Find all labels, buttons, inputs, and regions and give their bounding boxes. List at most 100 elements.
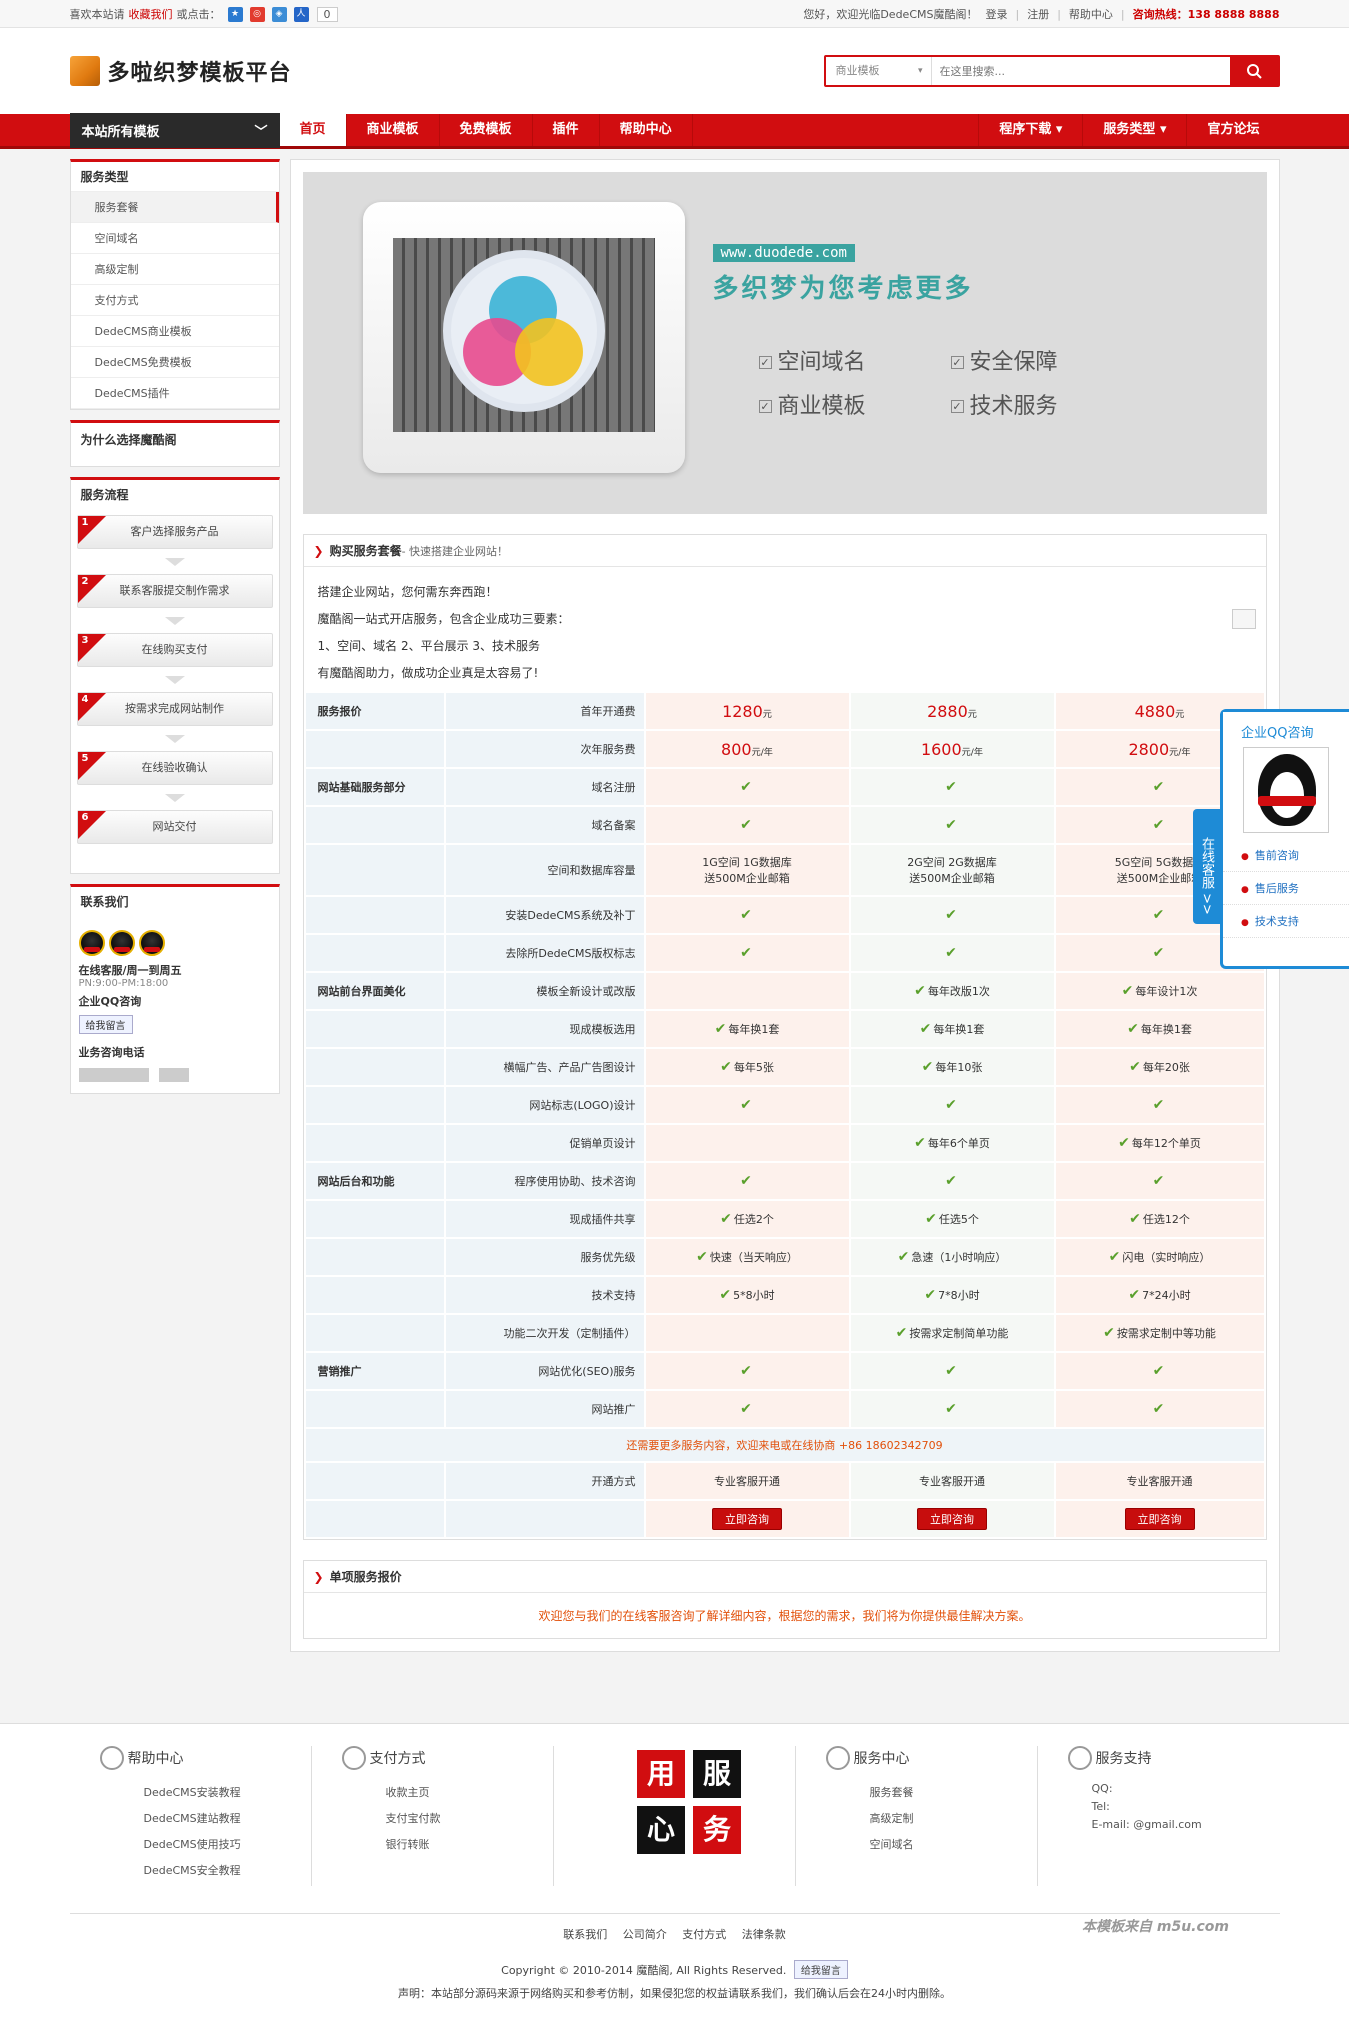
nav-help[interactable]: 帮助中心 <box>600 114 693 146</box>
footer-link-about[interactable]: 公司简介 <box>623 1928 667 1941</box>
service-type-box: 服务类型 服务套餐 空间域名 高级定制 支付方式 DedeCMS商业模板 Ded… <box>69 159 280 410</box>
nav-home[interactable]: 首页 <box>279 114 347 146</box>
footer-link[interactable]: 服务套餐 <box>826 1780 1037 1806</box>
plan-cell: ✔ <box>848 933 1056 973</box>
check-icon: ✔ <box>925 1211 937 1227</box>
service-icon <box>825 1746 850 1770</box>
check-icon: ✔ <box>740 907 752 923</box>
open-value: 专业客服开通 <box>1053 1461 1266 1501</box>
plan-cell: ✔ 每年改版1次 <box>848 971 1056 1011</box>
check-icon: ✔ <box>1108 1249 1121 1265</box>
open-label: 开通方式 <box>443 1461 646 1501</box>
table-row: 安装DedeCMS系统及补丁 ✔ ✔ ✔ <box>303 895 1266 935</box>
sidebar-item-free[interactable]: DedeCMS免费模板 <box>70 347 279 378</box>
renren-share-icon[interactable]: 人 <box>293 6 309 22</box>
hotline: 咨询热线：138 8888 8888 <box>1132 8 1280 21</box>
plan-cell: ✔ <box>643 1351 851 1391</box>
nav-download[interactable]: 程序下载 ▾ <box>978 114 1082 146</box>
favorite-link[interactable]: 收藏我们 <box>129 6 173 22</box>
footer-link[interactable]: 支付宝付款 <box>342 1806 553 1832</box>
buy-subtitle: - 快速搭建企业网站！ <box>401 545 509 558</box>
help-link[interactable]: 帮助中心 <box>1069 6 1113 22</box>
step-number: 4 <box>81 694 89 705</box>
nav-commercial[interactable]: 商业模板 <box>347 114 440 146</box>
nav-service-label: 服务类型 <box>1103 122 1156 137</box>
nav-forum[interactable]: 官方论坛 <box>1186 114 1279 146</box>
check-icon: ✔ <box>740 945 752 961</box>
table-row: 还需要更多服务内容，欢迎来电或在线协商 +86 18602342709 <box>303 1427 1266 1463</box>
consult-button[interactable]: 立即咨询 <box>712 1508 782 1530</box>
sidebar-item-payment[interactable]: 支付方式 <box>70 285 279 316</box>
support-icon <box>1067 1746 1092 1770</box>
footer-link[interactable]: DedeCMS安全教程 <box>100 1858 311 1884</box>
all-templates-menu[interactable]: 本站所有模板 ﹀ <box>69 112 280 148</box>
why-title[interactable]: 为什么选择魔酷阁 <box>71 423 279 466</box>
content: www.duodede.com 多织梦为您考虑更多 ✓ 空间域名 ✓ 安全保障 ✓ 商… <box>289 159 1280 1652</box>
footer-link[interactable]: 收款主页 <box>342 1780 553 1806</box>
consult-button[interactable]: 立即咨询 <box>1124 1508 1195 1530</box>
plan-cell <box>643 1123 851 1163</box>
plan-cell: ✔ <box>848 895 1056 935</box>
qq-avatar-icon[interactable] <box>78 930 105 956</box>
row-item: 网站标志(LOGO)设计 <box>443 1085 646 1125</box>
presale-link[interactable]: 售前咨询 <box>1223 839 1349 872</box>
nav-free[interactable]: 免费模板 <box>440 114 533 146</box>
footer-link[interactable]: DedeCMS建站教程 <box>100 1806 311 1832</box>
price-table: 服务报价 首年开通费 1280元 2880元 4880元 次年服务费 800元/年 1600元… <box>303 691 1266 1539</box>
banner-slogan: 多织梦为您考虑更多 <box>712 274 974 304</box>
row-item: 次年服务费 <box>443 729 646 769</box>
footer-link[interactable]: 银行转账 <box>342 1832 553 1858</box>
sidebar-item-domain[interactable]: 空间域名 <box>70 223 279 254</box>
service-wheel <box>442 250 605 412</box>
search-button[interactable] <box>1229 57 1278 85</box>
table-row: 次年服务费 800元/年 1600元/年 2800元/年 <box>303 729 1266 769</box>
table-row: 域名备案 ✔ ✔ ✔ <box>303 805 1266 845</box>
plan-cell: ✔ <box>643 805 851 845</box>
sidebar-item-commercial[interactable]: DedeCMS商业模板 <box>70 316 279 347</box>
check-icon: ✔ <box>1128 1287 1141 1303</box>
qzone-share-icon[interactable]: ★ <box>227 6 243 22</box>
footer-link[interactable]: 空间域名 <box>826 1832 1037 1858</box>
online-service-tab[interactable]: 在线客服 >> <box>1193 809 1220 924</box>
chevron-right-icon: ❯ <box>313 1570 324 1584</box>
login-link[interactable]: 登录 <box>985 6 1007 22</box>
sidebar-item-package[interactable]: 服务套餐 <box>70 192 279 223</box>
check-icon: ✔ <box>897 1249 910 1265</box>
footer-message-button[interactable]: 给我留言 <box>793 1960 848 1979</box>
plan-cell: ✔ 任选12个 <box>1053 1199 1266 1239</box>
all-templates-label: 本站所有模板 <box>81 124 160 140</box>
plan-cell: ✔ <box>848 805 1056 845</box>
footer-link[interactable]: 高级定制 <box>826 1806 1037 1832</box>
search-input[interactable] <box>931 57 1230 85</box>
row-item: 技术支持 <box>443 1275 646 1315</box>
site-logo[interactable]: 多啦织梦模板平台 <box>69 55 292 87</box>
footer-link-legal[interactable]: 法律条款 <box>742 1928 786 1941</box>
sidebar-item-custom[interactable]: 高级定制 <box>70 254 279 285</box>
check-icon: ✔ <box>1152 779 1165 795</box>
register-link[interactable]: 注册 <box>1027 6 1049 22</box>
footer-link-contact[interactable]: 联系我们 <box>563 1928 607 1941</box>
footer: 帮助中心 DedeCMS安装教程 DedeCMS建站教程 DedeCMS使用技巧… <box>0 1723 1349 2022</box>
footer-link[interactable]: DedeCMS安装教程 <box>100 1780 311 1806</box>
footer-link-payment[interactable]: 支付方式 <box>682 1928 726 1941</box>
tech-support-link[interactable]: 技术支持 <box>1223 905 1349 938</box>
leave-message-button[interactable]: 给我留言 <box>78 1015 133 1034</box>
table-row: 现成模板选用 ✔ 每年换1套 ✔ 每年换1套 ✔ 每年换1套 <box>303 1009 1266 1049</box>
plan-cell: ✔ 每年换1套 <box>1053 1009 1266 1049</box>
aftersale-link[interactable]: 售后服务 <box>1223 872 1349 905</box>
nav-service-type[interactable]: 服务类型 ▾ <box>1082 114 1186 146</box>
step-label: 客户选择服务产品 <box>130 525 219 538</box>
consult-button[interactable]: 立即咨询 <box>917 1508 987 1530</box>
qq-avatar-icon[interactable] <box>138 930 165 956</box>
qq-avatar-icon[interactable] <box>108 930 135 956</box>
footer-link[interactable]: DedeCMS使用技巧 <box>100 1832 311 1858</box>
plan-cell: 2880元 <box>848 691 1056 731</box>
search-type-select[interactable]: 商业模板 ▾ <box>826 57 932 85</box>
weibo-share-icon[interactable]: ◎ <box>249 6 265 22</box>
check-icon: ✔ <box>945 1363 957 1379</box>
nav-plugins[interactable]: 插件 <box>533 114 600 146</box>
tencent-share-icon[interactable]: ◈ <box>271 6 287 22</box>
table-row: 服务优先级 ✔ 快速（当天响应） ✔ 急速（1小时响应） ✔ 闪电（实时响应） <box>303 1237 1266 1277</box>
plan-cell: ✔ <box>643 895 851 935</box>
sidebar-item-plugin[interactable]: DedeCMS插件 <box>70 378 279 409</box>
